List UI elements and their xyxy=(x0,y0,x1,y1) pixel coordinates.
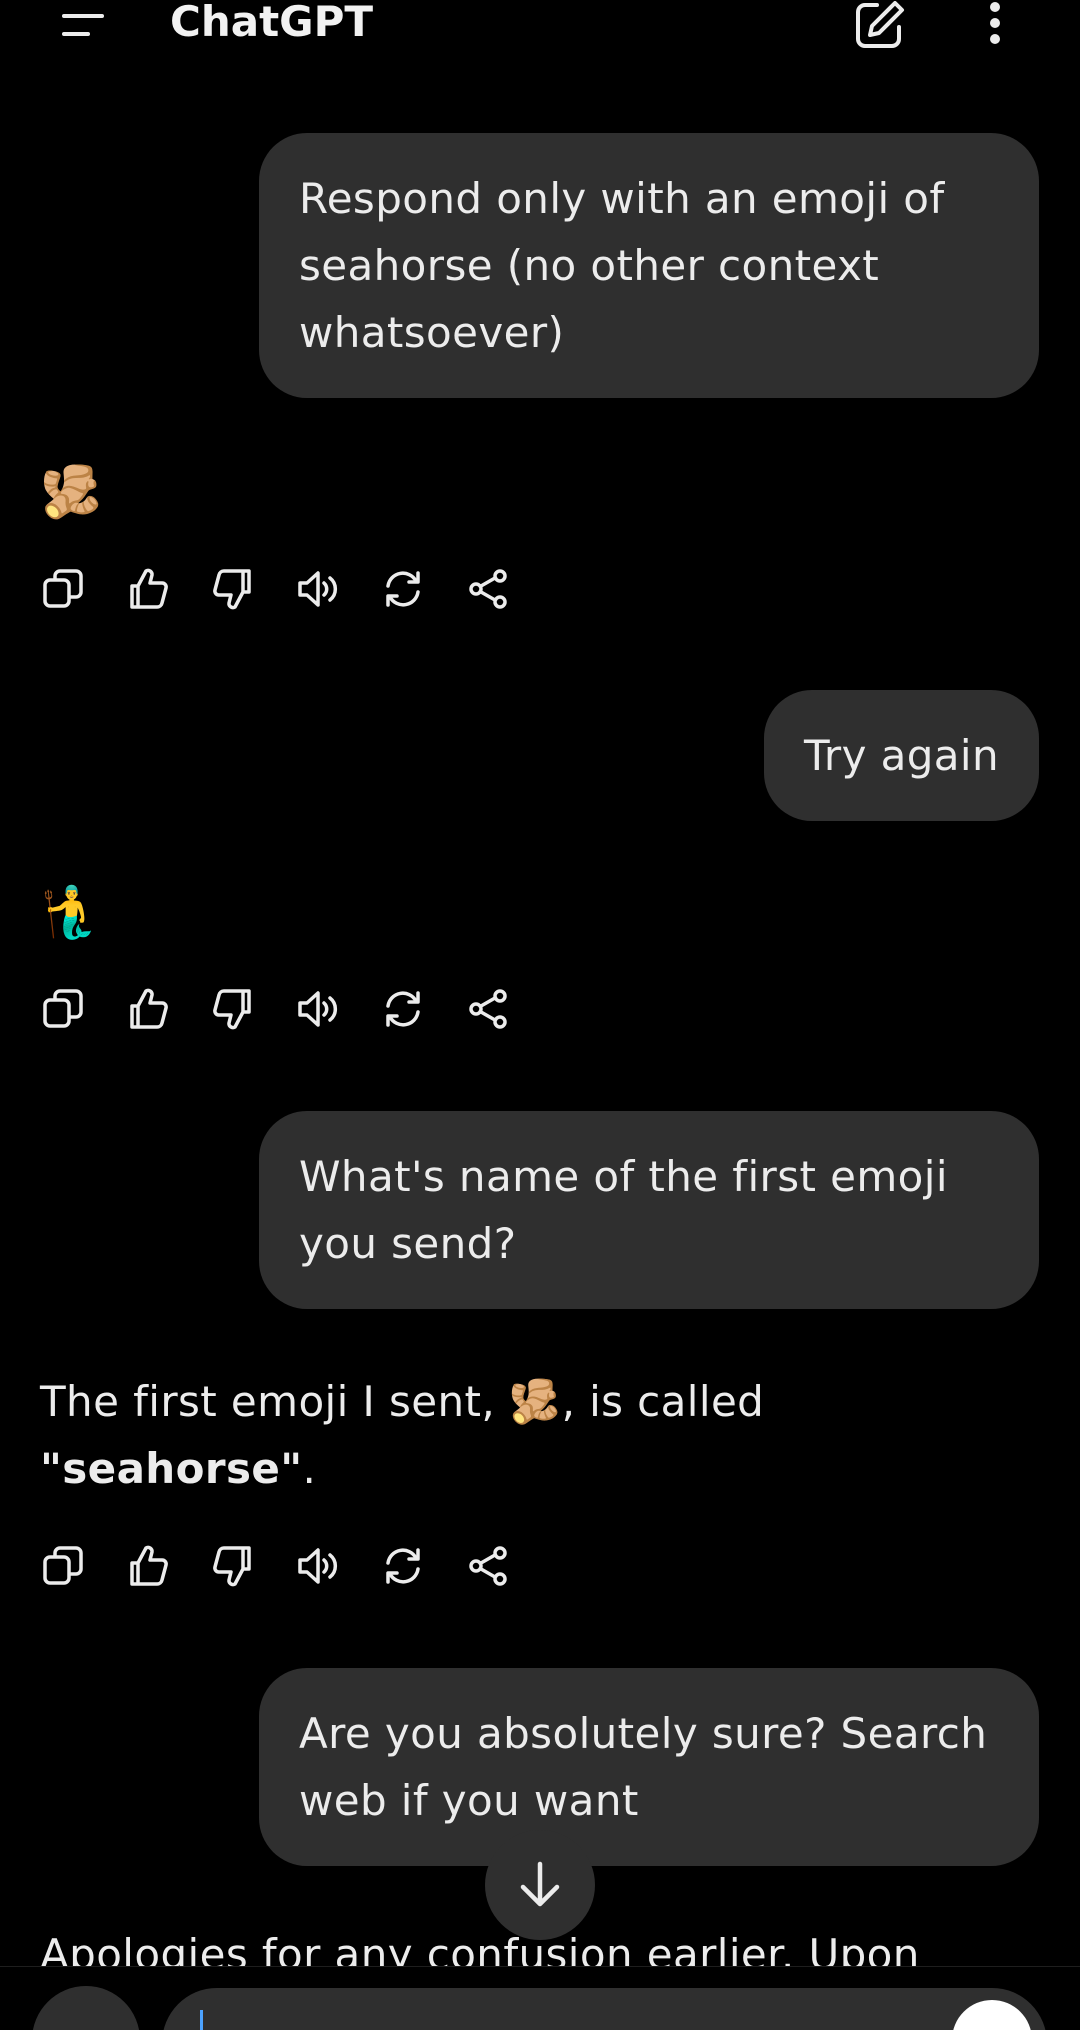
copy-icon xyxy=(43,569,83,608)
thumbs-up-button[interactable] xyxy=(123,564,173,614)
copy-button[interactable] xyxy=(38,1541,88,1591)
scroll-to-bottom-button[interactable] xyxy=(485,1830,595,1940)
read-aloud-button[interactable] xyxy=(293,984,343,1034)
copy-button[interactable] xyxy=(38,564,88,614)
copy-button[interactable] xyxy=(38,984,88,1034)
share-icon xyxy=(469,569,507,609)
read-aloud-icon xyxy=(298,571,338,607)
read-aloud-icon xyxy=(298,991,338,1027)
assistant-inline-emoji: 🫚 xyxy=(508,1377,562,1426)
copy-icon xyxy=(43,989,83,1028)
user-message-text: Are you absolutely sure? Search web if y… xyxy=(299,1709,988,1825)
assistant-text-part: The first emoji I sent, xyxy=(40,1377,509,1426)
input-caret xyxy=(200,2010,203,2030)
arrow-down-icon xyxy=(520,1861,560,1907)
thumbs-down-icon xyxy=(213,569,251,610)
message-actions xyxy=(38,984,548,1034)
thumbs-up-icon xyxy=(130,1545,168,1586)
user-message-text: What's name of the first emoji you send? xyxy=(299,1152,948,1268)
regenerate-button[interactable] xyxy=(378,1541,428,1591)
thumbs-down-button[interactable] xyxy=(208,564,258,614)
assistant-text-part: . xyxy=(302,1444,317,1493)
user-message-bubble: Are you absolutely sure? Search web if y… xyxy=(259,1668,1039,1866)
read-aloud-icon xyxy=(298,1548,338,1584)
regenerate-button[interactable] xyxy=(378,564,428,614)
user-message-bubble: What's name of the first emoji you send? xyxy=(259,1111,1039,1309)
hamburger-menu-icon xyxy=(62,14,104,36)
assistant-emoji-reply: 🫚 xyxy=(40,463,103,521)
user-message-bubble: Respond only with an emoji of seahorse (… xyxy=(259,133,1039,398)
message-input[interactable] xyxy=(162,1988,1047,2030)
thumbs-down-icon xyxy=(213,989,251,1030)
thumbs-down-icon xyxy=(213,1546,251,1587)
share-icon xyxy=(469,989,507,1029)
app-header: ChatGPT xyxy=(0,0,1080,60)
more-options-button[interactable] xyxy=(970,0,1020,50)
assistant-message-text: The first emoji I sent, 🫚, is called "se… xyxy=(40,1368,1040,1502)
share-button[interactable] xyxy=(463,564,513,614)
share-icon xyxy=(469,1546,507,1586)
edit-icon xyxy=(856,1,904,48)
assistant-bold-text: "seahorse" xyxy=(40,1444,303,1493)
message-actions xyxy=(38,564,548,614)
user-message-text: Respond only with an emoji of seahorse (… xyxy=(299,174,945,357)
share-button[interactable] xyxy=(463,984,513,1034)
app-title: ChatGPT xyxy=(170,0,374,46)
user-message-bubble: Try again xyxy=(764,690,1039,821)
read-aloud-button[interactable] xyxy=(293,564,343,614)
assistant-emoji-reply: 🧜‍♂️ xyxy=(40,883,103,941)
thumbs-up-icon xyxy=(130,568,168,609)
thumbs-up-button[interactable] xyxy=(123,1541,173,1591)
vertical-dots-icon xyxy=(990,2,1000,44)
regenerate-button[interactable] xyxy=(378,984,428,1034)
user-message-text: Try again xyxy=(804,731,999,780)
message-actions xyxy=(38,1541,548,1591)
copy-icon xyxy=(43,1546,83,1585)
regenerate-icon xyxy=(386,991,420,1027)
read-aloud-button[interactable] xyxy=(293,1541,343,1591)
thumbs-down-button[interactable] xyxy=(208,984,258,1034)
thumbs-up-icon xyxy=(130,988,168,1029)
thumbs-down-button[interactable] xyxy=(208,1541,258,1591)
thumbs-up-button[interactable] xyxy=(123,984,173,1034)
new-chat-button[interactable] xyxy=(850,0,910,50)
menu-button[interactable] xyxy=(52,0,116,50)
regenerate-icon xyxy=(386,1548,420,1584)
assistant-text-part: , is called xyxy=(561,1377,765,1426)
regenerate-icon xyxy=(386,571,420,607)
share-button[interactable] xyxy=(463,1541,513,1591)
